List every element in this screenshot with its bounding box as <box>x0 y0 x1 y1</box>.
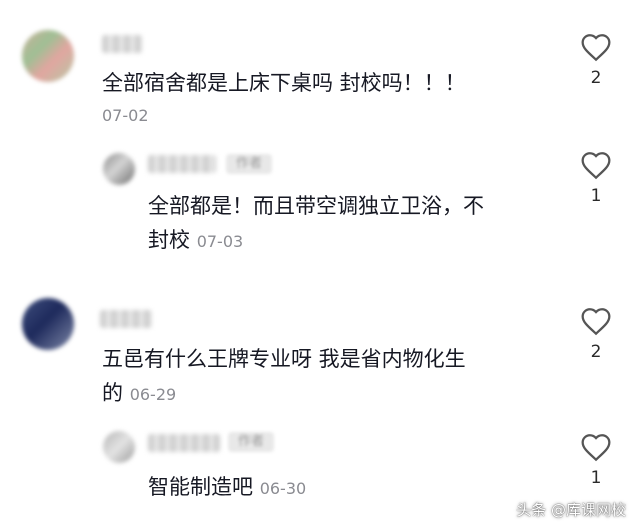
like-count: 1 <box>590 186 602 206</box>
comment-date: 06-29 <box>129 385 177 404</box>
reply-text: 智能制造吧 <box>148 475 253 499</box>
username-blurred[interactable] <box>102 35 142 53</box>
comment-text-line-2: 的 06-29 <box>102 378 176 410</box>
username-blurred[interactable] <box>148 434 220 452</box>
reply-text-line: 智能制造吧 06-30 <box>148 472 306 504</box>
comment-date: 07-02 <box>102 106 149 125</box>
like-button[interactable]: 1 <box>576 150 616 206</box>
heart-outline-icon <box>581 34 611 62</box>
comment-text: 的 <box>102 381 123 405</box>
heart-outline-icon <box>581 308 611 336</box>
like-count: 2 <box>590 68 602 88</box>
author-tag: 作者 <box>226 154 272 174</box>
reply-text-line-1: 全部都是！而且带空调独立卫浴，不 <box>148 194 484 218</box>
avatar[interactable] <box>103 153 135 185</box>
comment-text: 全部宿舍都是上床下桌吗 封校吗！！！ <box>102 71 466 95</box>
avatar[interactable] <box>103 431 135 463</box>
comment-text-line-1: 五邑有什么王牌专业呀 我是省内物化生 <box>102 347 466 371</box>
reply-date: 07-03 <box>196 232 244 251</box>
watermark: 头条 @库课网校 <box>516 501 626 519</box>
heart-outline-icon <box>581 152 611 180</box>
reply-text: 封校 <box>148 228 190 252</box>
avatar[interactable] <box>22 30 74 82</box>
heart-outline-icon <box>581 434 611 462</box>
like-count: 2 <box>590 342 602 362</box>
author-tag: 作者 <box>228 432 274 452</box>
username-blurred[interactable] <box>148 155 216 173</box>
reply-text-line-2: 封校 07-03 <box>148 225 243 257</box>
username-blurred[interactable] <box>100 310 152 328</box>
like-button[interactable]: 2 <box>576 32 616 88</box>
like-button[interactable]: 1 <box>576 432 616 488</box>
like-button[interactable]: 2 <box>576 306 616 362</box>
reply-date: 06-30 <box>259 479 307 498</box>
avatar[interactable] <box>22 298 74 350</box>
like-count: 1 <box>590 468 602 488</box>
